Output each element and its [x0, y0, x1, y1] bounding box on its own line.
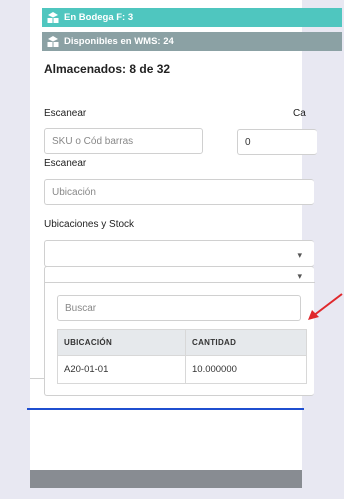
- almacenados-counter: Almacenados: 8 de 32: [44, 62, 171, 76]
- cell-cantidad: 10.000000: [185, 355, 307, 384]
- footer-bar: [30, 470, 302, 488]
- chevron-down-icon: ▾: [297, 250, 302, 260]
- column-header-cantidad[interactable]: CANTIDAD: [185, 329, 307, 356]
- scan-ubicacion-label: Escanear: [44, 158, 87, 169]
- section-divider: [30, 378, 45, 379]
- ubicacion-input[interactable]: Ubicación: [44, 179, 314, 205]
- red-arrow-annotation: [308, 293, 343, 320]
- buscar-input[interactable]: Buscar: [57, 295, 301, 321]
- table-row[interactable]: A20-01-01 10.000000: [57, 355, 307, 384]
- cantidad-label: Ca: [293, 108, 306, 119]
- ubicaciones-select[interactable]: ▾: [44, 240, 314, 267]
- cantidad-input[interactable]: 0: [237, 129, 317, 155]
- ubicaciones-stock-label: Ubicaciones y Stock: [44, 219, 135, 230]
- sku-input[interactable]: SKU o Cód barras: [44, 128, 203, 154]
- dropdown-divider: [45, 282, 315, 283]
- table-header-row: UBICACIÓN CANTIDAD: [57, 329, 307, 356]
- chevron-down-icon: ▾: [297, 271, 302, 281]
- disponibles-badge: Disponibles en WMS: 24: [42, 32, 342, 51]
- cell-ubicacion: A20-01-01: [57, 355, 186, 384]
- disponibles-text: Disponibles en WMS: 24: [64, 36, 174, 47]
- en-bodega-badge: En Bodega F: 3: [42, 8, 342, 27]
- blue-annotation-line: [27, 408, 304, 410]
- warehouse-boxes-icon: [46, 11, 60, 25]
- en-bodega-text: En Bodega F: 3: [64, 12, 134, 23]
- scan-sku-label: Escanear: [44, 108, 87, 119]
- warehouse-boxes-icon: [46, 35, 60, 49]
- stock-table: UBICACIÓN CANTIDAD A20-01-01 10.000000: [57, 329, 307, 384]
- column-header-ubicacion[interactable]: UBICACIÓN: [57, 329, 186, 356]
